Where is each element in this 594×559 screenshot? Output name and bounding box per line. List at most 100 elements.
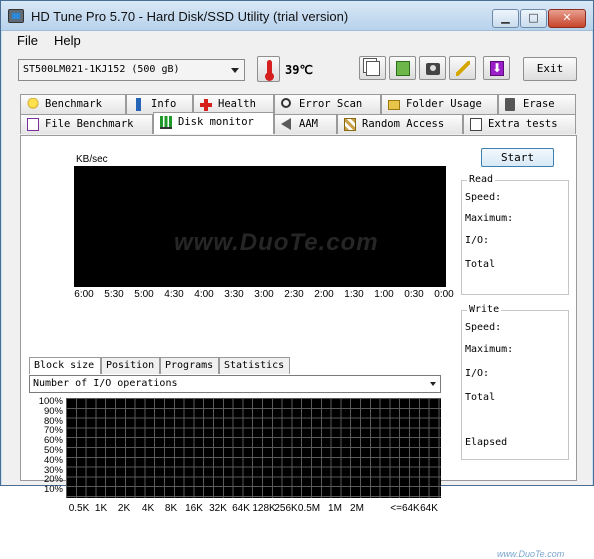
- menu-help[interactable]: Help: [54, 33, 81, 48]
- chevron-down-icon: [430, 382, 436, 386]
- minimize-button[interactable]: ▁: [492, 9, 519, 28]
- write-io-label: I/O:: [465, 368, 490, 379]
- read-title: Read: [467, 174, 496, 185]
- chevron-down-icon: [231, 68, 239, 73]
- copy-info-button[interactable]: [359, 56, 386, 80]
- block-size-tick: 0.5M: [297, 503, 321, 514]
- write-total-label: Total: [465, 392, 496, 403]
- write-title: Write: [467, 304, 502, 315]
- read-total-label: Total: [465, 259, 496, 270]
- tab-label: Erase: [523, 98, 555, 110]
- menu-bar: File Help: [2, 31, 592, 51]
- block-size-tick: 32K: [209, 503, 227, 514]
- subtab-position[interactable]: Position: [101, 357, 160, 374]
- app-window: HD Tune Pro 5.70 - Hard Disk/SSD Utility…: [0, 0, 594, 559]
- block-size-tick: 64K: [232, 503, 250, 514]
- screenshot-button[interactable]: [419, 56, 446, 80]
- write-speed-label: Speed:: [465, 322, 502, 333]
- time-tick: 1:30: [344, 289, 364, 300]
- subtab-block-size[interactable]: Block size: [29, 357, 101, 374]
- app-icon: [8, 9, 24, 23]
- transfer-rate-plot: www.DuoTe.com: [74, 166, 446, 287]
- close-button[interactable]: ✕: [548, 9, 586, 28]
- temperature-button[interactable]: [257, 56, 280, 82]
- options-button[interactable]: [449, 56, 476, 80]
- write-group: Write Speed: Maximum: I/O: Total Elapsed: [461, 304, 569, 460]
- tab-health[interactable]: Health: [193, 94, 274, 114]
- copy-info-icon: [366, 61, 380, 76]
- temperature-value: 39℃: [285, 63, 313, 77]
- tab-label: Benchmark: [45, 98, 102, 110]
- block-size-tick: 2M: [350, 503, 364, 514]
- time-tick: 1:00: [374, 289, 394, 300]
- tab-folder-usage[interactable]: Folder Usage: [381, 94, 498, 114]
- write-maximum-label: Maximum:: [465, 344, 514, 355]
- watermark: www.DuoTe.com: [174, 229, 379, 256]
- copy-screenshot-icon: [396, 61, 410, 76]
- tab-aam[interactable]: AAM: [274, 114, 337, 134]
- read-speed-label: Speed:: [465, 192, 502, 203]
- title-bar[interactable]: HD Tune Pro 5.70 - Hard Disk/SSD Utility…: [1, 1, 593, 31]
- drive-select-value: ST500LM021-1KJ152 (500 gB): [23, 64, 180, 75]
- time-tick: 5:00: [134, 289, 154, 300]
- file-benchmark-icon: [27, 118, 39, 131]
- tab-label: Random Access: [362, 118, 445, 130]
- time-tick: 4:30: [164, 289, 184, 300]
- subtab-statistics[interactable]: Statistics: [219, 357, 290, 374]
- bulb-icon: [27, 98, 39, 111]
- main-area: ST500LM021-1KJ152 (500 gB) 39℃ Exit Benc…: [2, 51, 592, 559]
- time-tick: 0:30: [404, 289, 424, 300]
- tab-erase[interactable]: Erase: [498, 94, 576, 114]
- subtab-programs[interactable]: Programs: [160, 357, 219, 374]
- tab-label: Info: [151, 98, 177, 110]
- block-size-chart: [66, 398, 441, 498]
- maximize-button[interactable]: □: [520, 9, 547, 28]
- tab-extra-tests[interactable]: Extra tests: [463, 114, 576, 134]
- bar-chart-icon: [160, 116, 172, 129]
- download-button[interactable]: [483, 56, 510, 80]
- tab-file-benchmark[interactable]: File Benchmark: [20, 114, 153, 134]
- extra-tests-icon: [470, 118, 482, 131]
- time-tick: 6:00: [74, 289, 94, 300]
- read-io-label: I/O:: [465, 235, 490, 246]
- time-tick: 0:00: [434, 289, 454, 300]
- drive-select[interactable]: ST500LM021-1KJ152 (500 gB): [18, 59, 245, 81]
- block-size-tick: <=64K: [390, 503, 420, 514]
- info-icon: [136, 98, 141, 111]
- toolbar: ST500LM021-1KJ152 (500 gB) 39℃ Exit: [2, 51, 592, 93]
- window-title: HD Tune Pro 5.70 - Hard Disk/SSD Utility…: [31, 9, 349, 24]
- start-button[interactable]: Start: [481, 148, 554, 167]
- download-icon: [490, 61, 504, 76]
- block-size-tick: 4K: [141, 503, 155, 514]
- io-metric-select[interactable]: Number of I/O operations: [29, 375, 441, 393]
- camera-icon: [426, 63, 440, 75]
- random-access-icon: [344, 118, 356, 131]
- tab-label: Disk monitor: [178, 116, 254, 128]
- tab-random-access[interactable]: Random Access: [337, 114, 463, 134]
- block-size-tick: 128K: [252, 503, 276, 514]
- health-cross-icon: [200, 98, 212, 111]
- tab-label: Extra tests: [488, 118, 558, 130]
- tab-disk-monitor[interactable]: Disk monitor: [153, 112, 274, 134]
- tab-error-scan[interactable]: Error Scan: [274, 94, 381, 114]
- block-size-tick: 2K: [117, 503, 131, 514]
- tab-label: Folder Usage: [406, 98, 482, 110]
- exit-button[interactable]: Exit: [523, 57, 577, 81]
- tab-label: Error Scan: [299, 98, 363, 110]
- tab-row-bottom: File Benchmark Disk monitor AAM Random A…: [2, 112, 592, 134]
- speaker-icon: [281, 118, 291, 130]
- tab-benchmark[interactable]: Benchmark: [20, 94, 126, 114]
- io-metric-value: Number of I/O operations: [33, 378, 178, 389]
- block-size-tick: 1M: [328, 503, 342, 514]
- magnifier-icon: [281, 98, 291, 108]
- block-size-tick: 16K: [185, 503, 203, 514]
- read-group: Read Speed: Maximum: I/O: Total: [461, 174, 569, 295]
- time-tick: 5:30: [104, 289, 124, 300]
- tab-info[interactable]: Info: [126, 94, 193, 114]
- menu-file[interactable]: File: [17, 33, 38, 48]
- trash-icon: [505, 98, 515, 111]
- disk-monitor-panel: Start KB/sec www.DuoTe.com 6:00 5:30 5:00 4…: [20, 135, 577, 559]
- copy-screenshot-button[interactable]: [389, 56, 416, 80]
- time-tick: 4:00: [194, 289, 214, 300]
- tab-row-top: Benchmark Info Health Error Scan Folder …: [2, 94, 592, 114]
